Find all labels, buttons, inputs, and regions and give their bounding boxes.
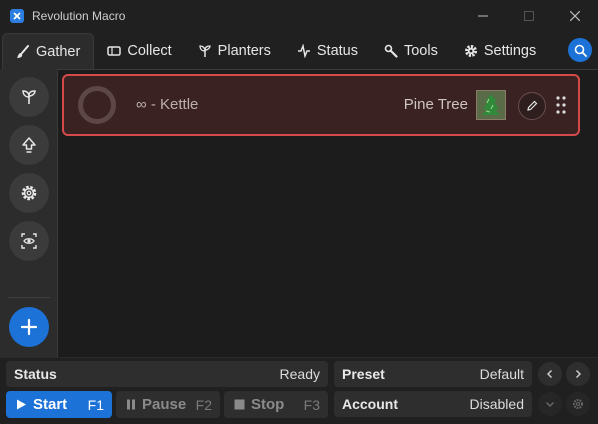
- sidebar-settings-button[interactable]: [9, 173, 49, 213]
- preset-value: Default: [479, 366, 524, 382]
- preset-next-button[interactable]: [566, 362, 590, 386]
- preset-label: Preset: [342, 366, 385, 382]
- drag-handle-icon[interactable]: [556, 96, 566, 114]
- sprout-icon: [199, 45, 211, 57]
- sidebar-upload-button[interactable]: [9, 125, 49, 165]
- arrow-up-icon: [22, 137, 36, 153]
- tab-label: Gather: [36, 43, 81, 60]
- status-value: Ready: [279, 366, 320, 382]
- pencil-icon: [527, 100, 538, 111]
- account-label: Account: [342, 396, 398, 412]
- brush-icon: [17, 44, 29, 58]
- stop-label: Stop: [251, 396, 285, 413]
- pause-button[interactable]: Pause F2: [116, 391, 220, 418]
- content-area: ∞ - Kettle Pine Tree: [0, 69, 598, 358]
- pause-hotkey: F2: [195, 396, 212, 413]
- status-label: Status: [14, 366, 57, 382]
- tab-status[interactable]: Status: [284, 33, 371, 69]
- sprout-icon: [22, 90, 36, 104]
- sidebar: [0, 69, 58, 357]
- app-logo-icon: [10, 8, 24, 23]
- field-name: Pine Tree: [403, 96, 468, 113]
- tab-label: Settings: [483, 43, 537, 59]
- preset-prev-button[interactable]: [538, 362, 562, 386]
- wrench-icon: [384, 44, 398, 58]
- window-title: Revolution Macro: [32, 8, 126, 23]
- stop-icon: [234, 399, 245, 410]
- ticket-icon: [107, 46, 122, 56]
- tab-label: Status: [316, 43, 358, 59]
- progress-ring: [78, 86, 116, 124]
- tab-label: Planters: [217, 43, 271, 59]
- pine-tree-field-icon: [476, 90, 506, 120]
- tab-tools[interactable]: Tools: [371, 33, 451, 69]
- start-hotkey: F1: [87, 396, 104, 413]
- stop-button[interactable]: Stop F3: [224, 391, 328, 418]
- tab-planters[interactable]: Planters: [185, 33, 284, 69]
- search-button[interactable]: [568, 38, 592, 62]
- close-icon: [570, 10, 580, 21]
- start-button[interactable]: Start F1: [6, 391, 112, 418]
- tab-gather[interactable]: Gather: [2, 33, 95, 69]
- pause-icon: [127, 399, 135, 410]
- plus-icon: [20, 318, 38, 336]
- bottom-bar: Status Ready Preset Default Start F1 Pau…: [0, 358, 598, 424]
- gather-name: ∞ - Kettle: [136, 96, 199, 113]
- chevron-left-icon: [546, 369, 553, 379]
- tab-label: Tools: [403, 43, 438, 59]
- gather-card[interactable]: ∞ - Kettle Pine Tree: [62, 74, 580, 136]
- tab-label: Collect: [127, 43, 172, 59]
- add-gather-button[interactable]: [9, 307, 49, 347]
- gear-icon: [21, 185, 37, 201]
- search-icon: [574, 44, 587, 57]
- maximize-button[interactable]: [506, 0, 552, 31]
- tab-settings[interactable]: Settings: [451, 33, 549, 69]
- play-icon: [17, 399, 26, 410]
- gear-icon: [464, 45, 477, 57]
- sidebar-gather-button[interactable]: [9, 77, 49, 117]
- minimize-icon: [478, 15, 488, 16]
- start-label: Start: [33, 396, 68, 413]
- chevron-right-icon: [575, 369, 582, 379]
- minimize-button[interactable]: [460, 0, 506, 31]
- maximize-icon: [524, 10, 534, 21]
- account-settings-button[interactable]: [566, 392, 590, 416]
- pause-label: Pause: [142, 396, 187, 413]
- chevron-down-icon: [545, 401, 555, 408]
- eye-scan-icon: [21, 233, 37, 249]
- sidebar-vision-button[interactable]: [9, 221, 49, 261]
- stop-hotkey: F3: [303, 396, 320, 413]
- pulse-icon: [297, 44, 310, 58]
- edit-button[interactable]: [518, 92, 546, 120]
- gear-icon: [573, 399, 583, 409]
- account-value: Disabled: [469, 396, 524, 412]
- tab-collect[interactable]: Collect: [94, 33, 184, 69]
- account-panel[interactable]: Account Disabled: [334, 391, 532, 417]
- status-panel: Status Ready: [6, 361, 328, 387]
- tab-bar: Gather Collect Planters Status Tools Set…: [0, 31, 598, 69]
- title-bar: Revolution Macro: [0, 0, 598, 31]
- account-dropdown-button[interactable]: [538, 392, 562, 416]
- sidebar-divider: [8, 297, 50, 298]
- preset-panel[interactable]: Preset Default: [334, 361, 532, 387]
- close-button[interactable]: [552, 0, 598, 31]
- gather-list: ∞ - Kettle Pine Tree: [58, 69, 598, 357]
